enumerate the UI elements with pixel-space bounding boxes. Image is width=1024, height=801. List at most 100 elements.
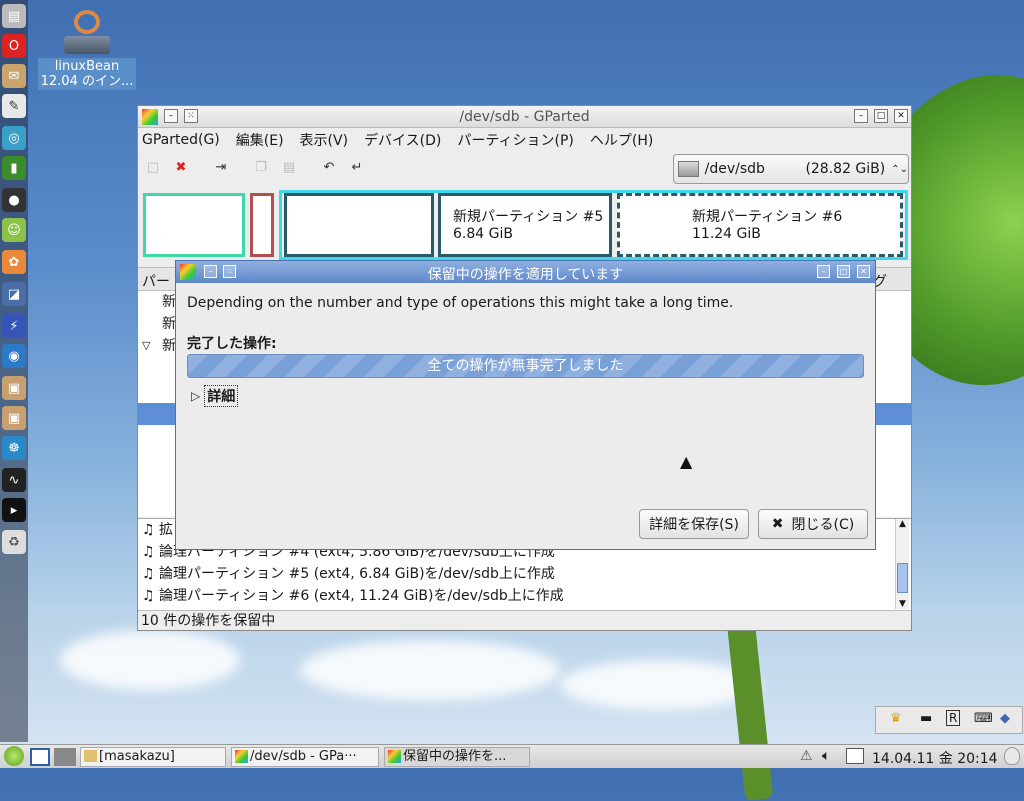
workspace-icon[interactable] [54, 748, 76, 766]
opera-icon[interactable]: O [2, 34, 26, 58]
system-monitor-icon[interactable]: ∿ [2, 468, 26, 492]
calendar-icon[interactable] [846, 748, 864, 764]
task-gparted[interactable]: /dev/sdb - GPa··· [231, 747, 379, 767]
network-icon[interactable]: ◉ [2, 344, 26, 368]
crown-icon[interactable]: ♛ [890, 711, 902, 726]
drive-icon [678, 161, 699, 177]
mascot-icon[interactable]: ☺ [2, 218, 26, 242]
cloud [60, 630, 240, 690]
close-button[interactable]: ✕ [857, 265, 870, 278]
cloud [560, 660, 760, 710]
terminal-icon[interactable]: ▸ [2, 498, 26, 522]
messenger-icon[interactable]: ◎ [2, 126, 26, 150]
desktop-icon-installer[interactable]: linuxBean 12.04 のイン... [38, 10, 136, 90]
operation-icon: ♫ [142, 522, 160, 538]
minimize-button[interactable]: – [817, 265, 830, 278]
package-install-icon[interactable]: ▣ [2, 406, 26, 430]
partition-block[interactable] [284, 193, 434, 257]
power-icon[interactable] [1004, 747, 1020, 765]
device-size: (28.82 GiB) [805, 161, 886, 177]
operations-scrollbar[interactable]: ▲ ▼ [895, 519, 909, 609]
partition-block[interactable] [143, 193, 245, 257]
details-expander[interactable]: ▷ 詳細 [191, 385, 239, 407]
partition-new-5[interactable]: 新規パーティション #5 6.84 GiB [438, 193, 612, 257]
save-details-button[interactable]: 詳細を保存(S) [639, 509, 749, 539]
window-titlebar[interactable]: – ⁙ /dev/sdb - GParted – □ ✕ [138, 106, 911, 128]
dialog-titlebar[interactable]: – ⁙ 保留中の操作を適用しています – □ ✕ [176, 261, 875, 283]
menubar: GParted(G) 編集(E) 表示(V) デバイス(D) パーティション(P… [138, 128, 911, 152]
package-icon[interactable]: ▣ [2, 376, 26, 400]
paste-icon[interactable]: ▤ [280, 160, 298, 178]
menu-view[interactable]: 表示(V) [300, 130, 349, 150]
close-button[interactable]: ✕ [894, 109, 908, 123]
dialog-message: Depending on the number and type of oper… [187, 295, 734, 311]
software-center-icon[interactable]: ☸ [2, 436, 26, 460]
desktop-icon-label: linuxBean 12.04 のイン... [38, 58, 136, 90]
scroll-up-icon[interactable]: ▲ [896, 519, 909, 529]
apply-icon[interactable]: ↵ [348, 160, 366, 178]
copy-icon[interactable]: ❐ [252, 160, 270, 178]
maximize-button[interactable]: □ [837, 265, 850, 278]
progress-bar: 全ての操作が無事完了しました [187, 354, 864, 378]
scroll-thumb[interactable] [897, 563, 908, 593]
operation-icon: ♫ [142, 566, 160, 582]
operation-row[interactable]: ♫ 論理パーティション #6 (ext4, 11.24 GiB)を/dev/sd… [138, 585, 911, 607]
dialog-title: 保留中の操作を適用しています [427, 267, 624, 283]
show-desktop-icon[interactable] [30, 748, 50, 766]
operation-icon: ♫ [142, 588, 160, 604]
task-apply-dialog[interactable]: 保留中の操作を... [384, 747, 530, 767]
task-label: 保留中の操作を... [403, 749, 507, 764]
mail-icon[interactable]: ✉ [2, 64, 26, 88]
wallpaper-icon[interactable]: ⚡ [2, 314, 26, 338]
editor-icon[interactable]: ✎ [2, 94, 26, 118]
network-status-icon[interactable]: ⚠ [800, 748, 813, 764]
new-partition-icon[interactable]: □ [144, 160, 162, 178]
image-viewer-icon[interactable]: ◪ [2, 282, 26, 306]
media-player-icon[interactable]: ● [2, 188, 26, 212]
file-manager-icon[interactable]: ▤ [2, 4, 26, 28]
partition-new-6[interactable]: 新規パーティション #6 11.24 GiB [617, 193, 903, 257]
scroll-down-icon[interactable]: ▼ [896, 599, 909, 609]
close-icon: ✖ [771, 516, 784, 532]
completed-label: 完了した操作: [187, 336, 277, 352]
partition-name: 新規パーティション #5 [453, 209, 604, 225]
status-bar: 10 件の操作を保留中 [138, 610, 911, 630]
minus-icon[interactable]: ▬ [920, 711, 932, 726]
menu-device[interactable]: デバイス(D) [364, 130, 441, 150]
keyboard-icon[interactable]: ⌨ [974, 711, 993, 726]
expander-down-icon[interactable]: ▽ [142, 335, 150, 357]
menu-gparted[interactable]: GParted(G) [142, 132, 220, 148]
operation-row[interactable]: ♫ 論理パーティション #5 (ext4, 6.84 GiB)を/dev/sdb… [138, 563, 911, 585]
task-label: /dev/sdb - GPa··· [250, 749, 357, 764]
menu-help[interactable]: ヘルプ(H) [590, 130, 653, 150]
undo-icon[interactable]: ↶ [320, 160, 338, 178]
eraser-icon[interactable]: ◆ [1000, 711, 1010, 726]
task-label: [masakazu] [99, 749, 175, 764]
minimize-button[interactable]: – [854, 109, 868, 123]
notes-icon[interactable]: ▮ [2, 156, 26, 180]
installer-icon [64, 10, 110, 56]
r-icon[interactable]: R [946, 710, 961, 726]
chevron-updown-icon: ⌃⌄ [891, 163, 908, 175]
column-partition[interactable]: パー [142, 271, 170, 291]
operation-icon: ♫ [142, 544, 160, 560]
start-menu-icon[interactable] [4, 746, 24, 766]
paint-icon[interactable]: ✿ [2, 250, 26, 274]
task-masakazu[interactable]: [masakazu] [80, 747, 226, 767]
resize-move-icon[interactable]: ⇥ [212, 160, 230, 178]
volume-icon[interactable]: 🔈︎ [822, 748, 830, 764]
gparted-icon [388, 750, 401, 763]
menu-edit[interactable]: 編集(E) [236, 130, 284, 150]
device-selector[interactable]: /dev/sdb (28.82 GiB) ⌃⌄ [673, 154, 909, 184]
details-label: 詳細 [204, 385, 239, 407]
menu-partition[interactable]: パーティション(P) [457, 130, 574, 150]
clock[interactable]: 14.04.11 金 20:14 [872, 748, 998, 768]
save-details-label: 詳細を保存(S) [649, 517, 739, 533]
close-dialog-button[interactable]: ✖ 閉じる(C) [758, 509, 868, 539]
partition-map: 新規パーティション #5 6.84 GiB 新規パーティション #6 11.24… [142, 190, 908, 262]
delete-icon[interactable]: ✖ [172, 160, 190, 178]
maximize-button[interactable]: □ [874, 109, 888, 123]
device-name: /dev/sdb [704, 161, 765, 177]
trash-icon[interactable]: ♻ [2, 530, 26, 554]
partition-block[interactable] [250, 193, 274, 257]
